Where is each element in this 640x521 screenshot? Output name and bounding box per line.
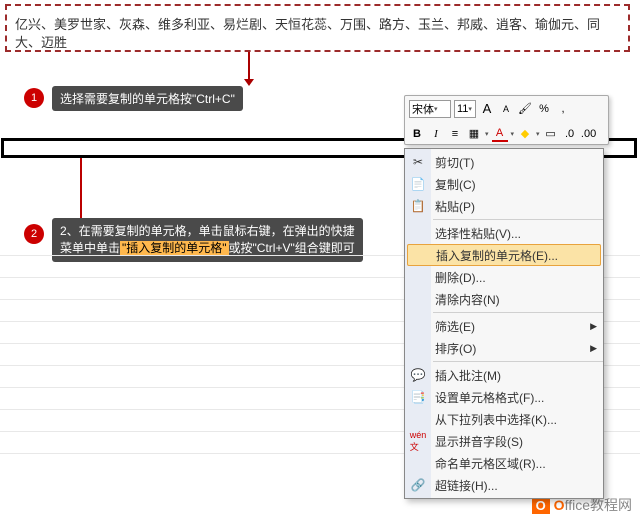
ctx-filter[interactable]: 筛选(E)▶ [405,315,603,337]
merge-button[interactable]: ▭ [543,126,559,142]
font-selector[interactable]: 宋体▾ [409,100,451,118]
chevron-right-icon: ▶ [590,321,597,332]
font-color-button[interactable]: A [492,126,508,142]
shrink-font-button[interactable]: A [498,101,514,117]
ctx-pinyin[interactable]: wén文显示拼音字段(S) [405,430,603,452]
bold-button[interactable]: B [409,126,425,142]
step1-text: 选择需要复制的单元格按"Ctrl+C" [52,86,243,111]
increase-decimal-button[interactable]: .0 [562,126,578,142]
pinyin-icon: wén文 [409,432,427,450]
step2-highlight: "插入复制的单元格" [120,241,229,255]
ctx-cut[interactable]: ✂剪切(T) [405,151,603,173]
mini-toolbar: 宋体▾ 11▾ A A 🖌 % , B I ≡ ▦▾ A▾ ◆▾ ▭ .0 .0… [404,95,609,145]
format-painter-button[interactable]: 🖌 [517,101,533,117]
context-menu: ✂剪切(T) 📄复制(C) 📋粘贴(P) 选择性粘贴(V)... 插入复制的单元… [404,148,604,499]
arrow-up-2 [80,158,82,218]
font-size-selector[interactable]: 11▾ [454,100,476,118]
ctx-name-range[interactable]: 命名单元格区域(R)... [405,452,603,474]
hyperlink-icon: 🔗 [409,476,427,494]
ctx-delete[interactable]: 删除(D)... [405,266,603,288]
ctx-insert-copied-cells[interactable]: 插入复制的单元格(E)... [407,244,601,266]
ctx-copy[interactable]: 📄复制(C) [405,173,603,195]
align-button[interactable]: ≡ [447,126,463,142]
percent-style-button[interactable]: % [536,101,552,117]
ctx-paste-special[interactable]: 选择性粘贴(V)... [405,222,603,244]
format-cells-icon: 📑 [409,388,427,406]
comma-style-button[interactable]: , [555,101,571,117]
scissors-icon: ✂ [409,153,427,171]
ctx-sort[interactable]: 排序(O)▶ [405,337,603,359]
source-text: 亿兴、美罗世家、灰森、维多利亚、易烂剧、天恒花蕊、万围、路方、玉兰、邦威、逍客、… [15,17,600,50]
comment-icon: 💬 [409,366,427,384]
step2-badge: 2 [24,224,44,244]
arrow-down-1 [248,52,250,80]
ctx-pick-list[interactable]: 从下拉列表中选择(K)... [405,408,603,430]
ctx-paste[interactable]: 📋粘贴(P) [405,195,603,217]
borders-button[interactable]: ▦ [466,126,482,142]
step1-badge: 1 [24,88,44,108]
fill-color-button[interactable]: ◆ [517,126,533,142]
grow-font-button[interactable]: A [479,101,495,117]
source-data-box: 亿兴、美罗世家、灰森、维多利亚、易烂剧、天恒花蕊、万围、路方、玉兰、邦威、逍客、… [5,4,630,52]
ctx-clear[interactable]: 清除内容(N) [405,288,603,310]
ctx-format-cells[interactable]: 📑设置单元格格式(F)... [405,386,603,408]
paste-icon: 📋 [409,197,427,215]
ctx-hyperlink[interactable]: 🔗超链接(H)... [405,474,603,496]
decrease-decimal-button[interactable]: .00 [581,126,597,142]
copy-icon: 📄 [409,175,427,193]
chevron-right-icon: ▶ [590,343,597,354]
ctx-insert-comment[interactable]: 💬插入批注(M) [405,364,603,386]
italic-button[interactable]: I [428,126,444,142]
